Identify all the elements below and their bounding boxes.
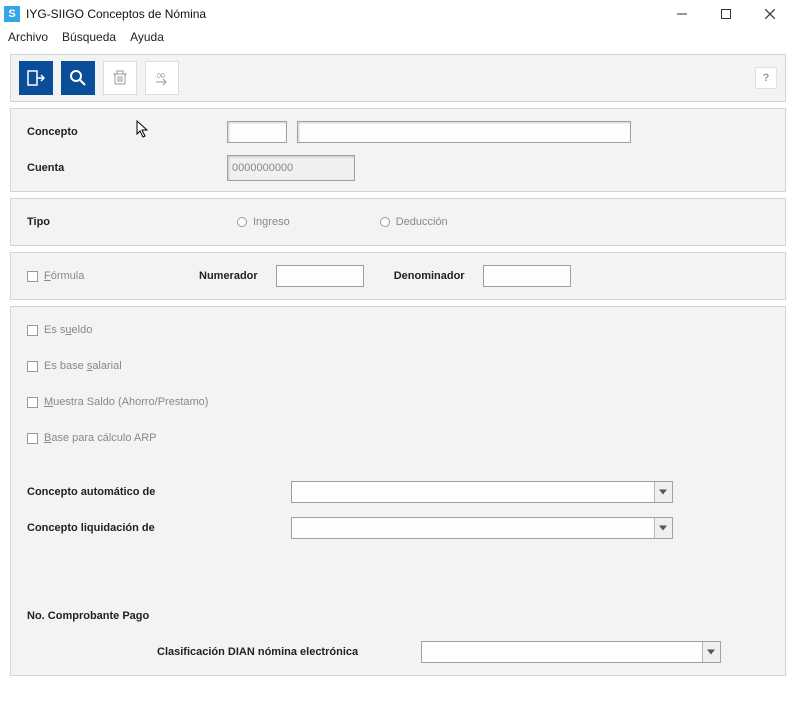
checkbox-icon [27, 325, 38, 336]
search-icon [69, 69, 87, 87]
close-button[interactable] [748, 0, 792, 28]
exit-button[interactable] [19, 61, 53, 95]
menubar: Archivo Búsqueda Ayuda [0, 28, 796, 48]
tipo-ingreso-label: Ingreso [253, 216, 290, 228]
search-button[interactable] [61, 61, 95, 95]
concepto-liq-select[interactable] [291, 517, 673, 539]
formula-checkbox[interactable]: Fórmula [27, 270, 139, 282]
radio-icon [237, 217, 247, 227]
tipo-deduccion-label: Deducción [396, 216, 448, 228]
clasificacion-dian-label: Clasificación DIAN nómina electrónica [157, 646, 421, 658]
radio-icon [380, 217, 390, 227]
muestra-saldo-checkbox[interactable]: Muestra Saldo (Ahorro/Prestamo) [27, 396, 208, 408]
concepto-desc-input[interactable] [297, 121, 631, 143]
menu-archivo[interactable]: Archivo [8, 30, 48, 44]
tipo-label: Tipo [27, 216, 227, 228]
muestra-saldo-label: Muestra Saldo (Ahorro/Prestamo) [44, 396, 208, 408]
concepto-code-input[interactable] [227, 121, 287, 143]
es-sueldo-checkbox[interactable]: Es sueldo [27, 324, 92, 336]
tipo-deduccion-radio[interactable]: Deducción [380, 216, 448, 228]
app-icon: S [4, 6, 20, 22]
es-sueldo-label: Es sueldo [44, 324, 92, 336]
toolbar: .00 ? [10, 54, 786, 102]
window-title: IYG-SIIGO Conceptos de Nómina [26, 7, 206, 21]
trash-icon [112, 70, 128, 86]
panel-options: Es sueldo Es base salarial Muestra Saldo… [10, 306, 786, 676]
denominador-label: Denominador [394, 270, 465, 282]
clasificacion-dian-select[interactable] [421, 641, 721, 663]
checkbox-icon [27, 361, 38, 372]
es-base-salarial-label: Es base salarial [44, 360, 122, 372]
decimal-icon: .00 [153, 70, 171, 86]
denominador-input[interactable] [483, 265, 571, 287]
menu-ayuda[interactable]: Ayuda [130, 30, 164, 44]
formula-label: Fórmula [44, 270, 84, 282]
numerador-label: Numerador [199, 270, 258, 282]
checkbox-icon [27, 433, 38, 444]
exit-icon [27, 69, 45, 87]
decimal-button[interactable]: .00 [145, 61, 179, 95]
concepto-auto-select[interactable] [291, 481, 673, 503]
no-comprobante-label: No. Comprobante Pago [27, 610, 291, 622]
tipo-ingreso-radio[interactable]: Ingreso [237, 216, 290, 228]
concepto-auto-label: Concepto automático de [27, 486, 291, 498]
delete-button[interactable] [103, 61, 137, 95]
base-arp-checkbox[interactable]: Base para cálculo ARP [27, 432, 157, 444]
concepto-liq-label: Concepto liquidación de [27, 522, 291, 534]
base-arp-label: Base para cálculo ARP [44, 432, 157, 444]
maximize-button[interactable] [704, 0, 748, 28]
menu-busqueda[interactable]: Búsqueda [62, 30, 116, 44]
panel-formula: Fórmula Numerador Denominador [10, 252, 786, 300]
cuenta-input[interactable] [227, 155, 355, 181]
checkbox-icon [27, 397, 38, 408]
help-button[interactable]: ? [755, 67, 777, 89]
numerador-input[interactable] [276, 265, 364, 287]
panel-tipo: Tipo Ingreso Deducción [10, 198, 786, 246]
minimize-button[interactable] [660, 0, 704, 28]
concepto-label: Concepto [27, 126, 227, 138]
checkbox-icon [27, 271, 38, 282]
panel-concepto: Concepto Cuenta [10, 108, 786, 192]
cuenta-label: Cuenta [27, 162, 227, 174]
titlebar: S IYG-SIIGO Conceptos de Nómina [0, 0, 796, 28]
es-base-salarial-checkbox[interactable]: Es base salarial [27, 360, 122, 372]
